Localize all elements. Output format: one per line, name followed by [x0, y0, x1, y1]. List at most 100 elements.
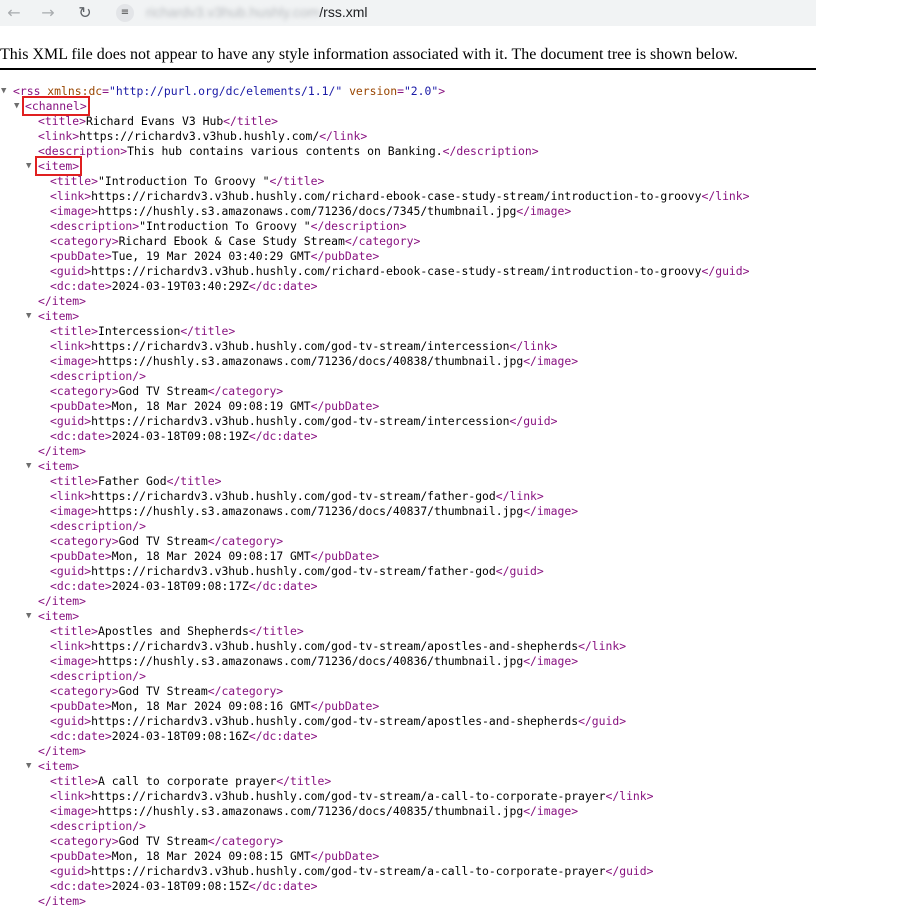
item-image: https://hushly.s3.amazonaws.com/71236/do…: [98, 804, 524, 818]
item-description-line: <description/>: [0, 819, 918, 834]
channel-title-line: <title>Richard Evans V3 Hub</title>: [38, 114, 279, 128]
item-close-tag: </item>: [38, 894, 87, 908]
item-dcdate-line: <dc:date>2024-03-19T03:40:29Z</dc:date>: [50, 279, 318, 293]
item-link: https://richardv3.v3hub.hushly.com/richa…: [91, 189, 702, 203]
item-category: God TV Stream: [118, 534, 208, 548]
item-dcdate-line: <dc:date>2024-03-18T09:08:16Z</dc:date>: [50, 729, 318, 743]
item-open-tag: <item>: [38, 459, 80, 473]
item-title-line: <title>Apostles and Shepherds</title>: [50, 624, 304, 638]
item-dcdate: 2024-03-18T09:08:15Z: [111, 879, 249, 893]
item-description-line: <description/>: [0, 669, 918, 684]
rss-open-tag: <rss: [13, 84, 41, 98]
item-pubDate: Mon, 18 Mar 2024 09:08:16 GMT: [111, 699, 311, 713]
tune-icon[interactable]: ≡: [116, 4, 134, 22]
rss-line: ▼ <rss xmlns:dc="http://purl.org/dc/eleme…: [1, 84, 446, 99]
collapse-triangle-icon[interactable]: ▼: [26, 459, 31, 474]
item-description-line: <description/>: [0, 369, 918, 384]
item-category-line: <category>God TV Stream</category>: [50, 684, 284, 698]
item-dcdate-line: <dc:date>2024-03-18T09:08:19Z</dc:date>: [50, 429, 318, 443]
item-title: "Introduction To Groovy ": [98, 174, 270, 188]
item-open-line: ▼ <item>: [0, 156, 918, 176]
empty-description-tag: <description/>: [50, 369, 147, 383]
empty-description-tag: <description/>: [50, 519, 147, 533]
url-text[interactable]: richardv3.v3hub.hushly.com/rss.xml: [146, 4, 368, 20]
collapse-triangle-icon[interactable]: ▼: [1, 84, 6, 99]
channel-link-line: <link>https://richardv3.v3hub.hushly.com…: [38, 129, 368, 143]
item-guid: https://richardv3.v3hub.hushly.com/richa…: [91, 264, 702, 278]
channel-link: https://richardv3.v3hub.hushly.com/: [79, 129, 320, 143]
item-guid: https://richardv3.v3hub.hushly.com/god-t…: [91, 864, 606, 878]
item-dcdate: 2024-03-18T09:08:17Z: [111, 579, 249, 593]
attr-name: version: [349, 84, 398, 98]
item-close-line: </item>: [0, 594, 918, 609]
url-path: /rss.xml: [319, 4, 368, 20]
item-title: Apostles and Shepherds: [98, 624, 249, 638]
collapse-triangle-icon[interactable]: ▼: [26, 309, 31, 324]
arrow-right-icon[interactable]: →: [37, 2, 59, 24]
item-dcdate-line: <dc:date>2024-03-18T09:08:15Z</dc:date>: [50, 879, 318, 893]
item-image-line: <image>https://hushly.s3.amazonaws.com/7…: [50, 654, 579, 668]
item-link-line: <link>https://richardv3.v3hub.hushly.com…: [50, 639, 627, 653]
item-link: https://richardv3.v3hub.hushly.com/god-t…: [91, 639, 579, 653]
item-category-line: <category>God TV Stream</category>: [50, 384, 284, 398]
attr-value: "http://purl.org/dc/elements/1.1/": [109, 84, 343, 98]
item-guid: https://richardv3.v3hub.hushly.com/god-t…: [91, 414, 510, 428]
item-link: https://richardv3.v3hub.hushly.com/god-t…: [91, 789, 606, 803]
xml-tree: ▼ <rss xmlns:dc="http://purl.org/dc/eleme…: [0, 84, 918, 909]
item-category: God TV Stream: [118, 684, 208, 698]
item-open-tag: <item>: [38, 759, 80, 773]
item-pubDate-line: <pubDate>Tue, 19 Mar 2024 03:40:29 GMT</…: [50, 249, 380, 263]
empty-description-tag: <description/>: [50, 819, 147, 833]
attr-name: xmlns:dc: [47, 84, 103, 98]
item-title: Intercession: [98, 324, 181, 338]
item-link: https://richardv3.v3hub.hushly.com/god-t…: [91, 339, 510, 353]
item-pubDate-line: <pubDate>Mon, 18 Mar 2024 09:08:19 GMT</…: [50, 399, 380, 413]
item-dcdate-line: <dc:date>2024-03-18T09:08:17Z</dc:date>: [50, 579, 318, 593]
collapse-triangle-icon[interactable]: ▼: [26, 609, 31, 624]
item-pubDate-line: <pubDate>Mon, 18 Mar 2024 09:08:16 GMT</…: [50, 699, 380, 713]
item-pubDate: Tue, 19 Mar 2024 03:40:29 GMT: [111, 249, 311, 263]
item-image-line: <image>https://hushly.s3.amazonaws.com/7…: [50, 354, 579, 368]
item-guid-line: <guid>https://richardv3.v3hub.hushly.com…: [50, 414, 558, 428]
item-close-tag: </item>: [38, 444, 87, 458]
item-description-line: <description>"Introduction To Groovy "</…: [50, 219, 407, 233]
collapse-triangle-icon[interactable]: ▼: [26, 759, 31, 774]
item-pubDate: Mon, 18 Mar 2024 09:08:15 GMT: [111, 849, 311, 863]
item-open-line: ▼ <item>: [0, 309, 918, 324]
item-pubDate-line: <pubDate>Mon, 18 Mar 2024 09:08:15 GMT</…: [50, 849, 380, 863]
reload-icon[interactable]: ↻: [74, 2, 96, 24]
channel-description-line: <description>This hub contains various c…: [38, 144, 539, 158]
item-guid-line: <guid>https://richardv3.v3hub.hushly.com…: [50, 714, 627, 728]
divider: [0, 68, 816, 70]
item-image-line: <image>https://hushly.s3.amazonaws.com/7…: [50, 204, 572, 218]
channel-title: Richard Evans V3 Hub: [86, 114, 224, 128]
collapse-triangle-icon[interactable]: ▼: [26, 159, 31, 174]
item-dcdate: 2024-03-18T09:08:16Z: [111, 729, 249, 743]
xml-style-notice: This XML file does not appear to have an…: [0, 46, 738, 63]
items-container: ▼ <item> <title>"Introduction To Groovy "<…: [0, 156, 918, 909]
item-link-line: <link>https://richardv3.v3hub.hushly.com…: [50, 189, 750, 203]
item-open-line: ▼ <item>: [0, 459, 918, 474]
item-category: God TV Stream: [118, 384, 208, 398]
item-category-line: <category>God TV Stream</category>: [50, 534, 284, 548]
collapse-triangle-icon[interactable]: ▼: [14, 99, 19, 114]
item-pubDate: Mon, 18 Mar 2024 09:08:17 GMT: [111, 549, 311, 563]
item-description-line: <description/>: [0, 519, 918, 534]
item-image-line: <image>https://hushly.s3.amazonaws.com/7…: [50, 804, 579, 818]
item-guid: https://richardv3.v3hub.hushly.com/god-t…: [91, 714, 579, 728]
item-title-line: <title>Father God</title>: [50, 474, 222, 488]
item-close-line: </item>: [0, 894, 918, 909]
item-close-line: </item>: [0, 294, 918, 309]
item-guid-line: <guid>https://richardv3.v3hub.hushly.com…: [50, 264, 750, 278]
arrow-left-icon[interactable]: ←: [3, 2, 25, 24]
item-open-tag: <item>: [34, 156, 83, 176]
item-open-line: ▼ <item>: [0, 609, 918, 624]
item-title: Father God: [98, 474, 167, 488]
item-link: https://richardv3.v3hub.hushly.com/god-t…: [91, 489, 496, 503]
item-title-line: <title>"Introduction To Groovy "</title>: [50, 174, 325, 188]
item-title-line: <title>Intercession</title>: [50, 324, 236, 338]
channel-description: This hub contains various contents on Ba…: [127, 144, 443, 158]
item-category: God TV Stream: [118, 834, 208, 848]
url-host: richardv3.v3hub.hushly.com: [146, 4, 320, 20]
item-dcdate: 2024-03-18T09:08:19Z: [111, 429, 249, 443]
